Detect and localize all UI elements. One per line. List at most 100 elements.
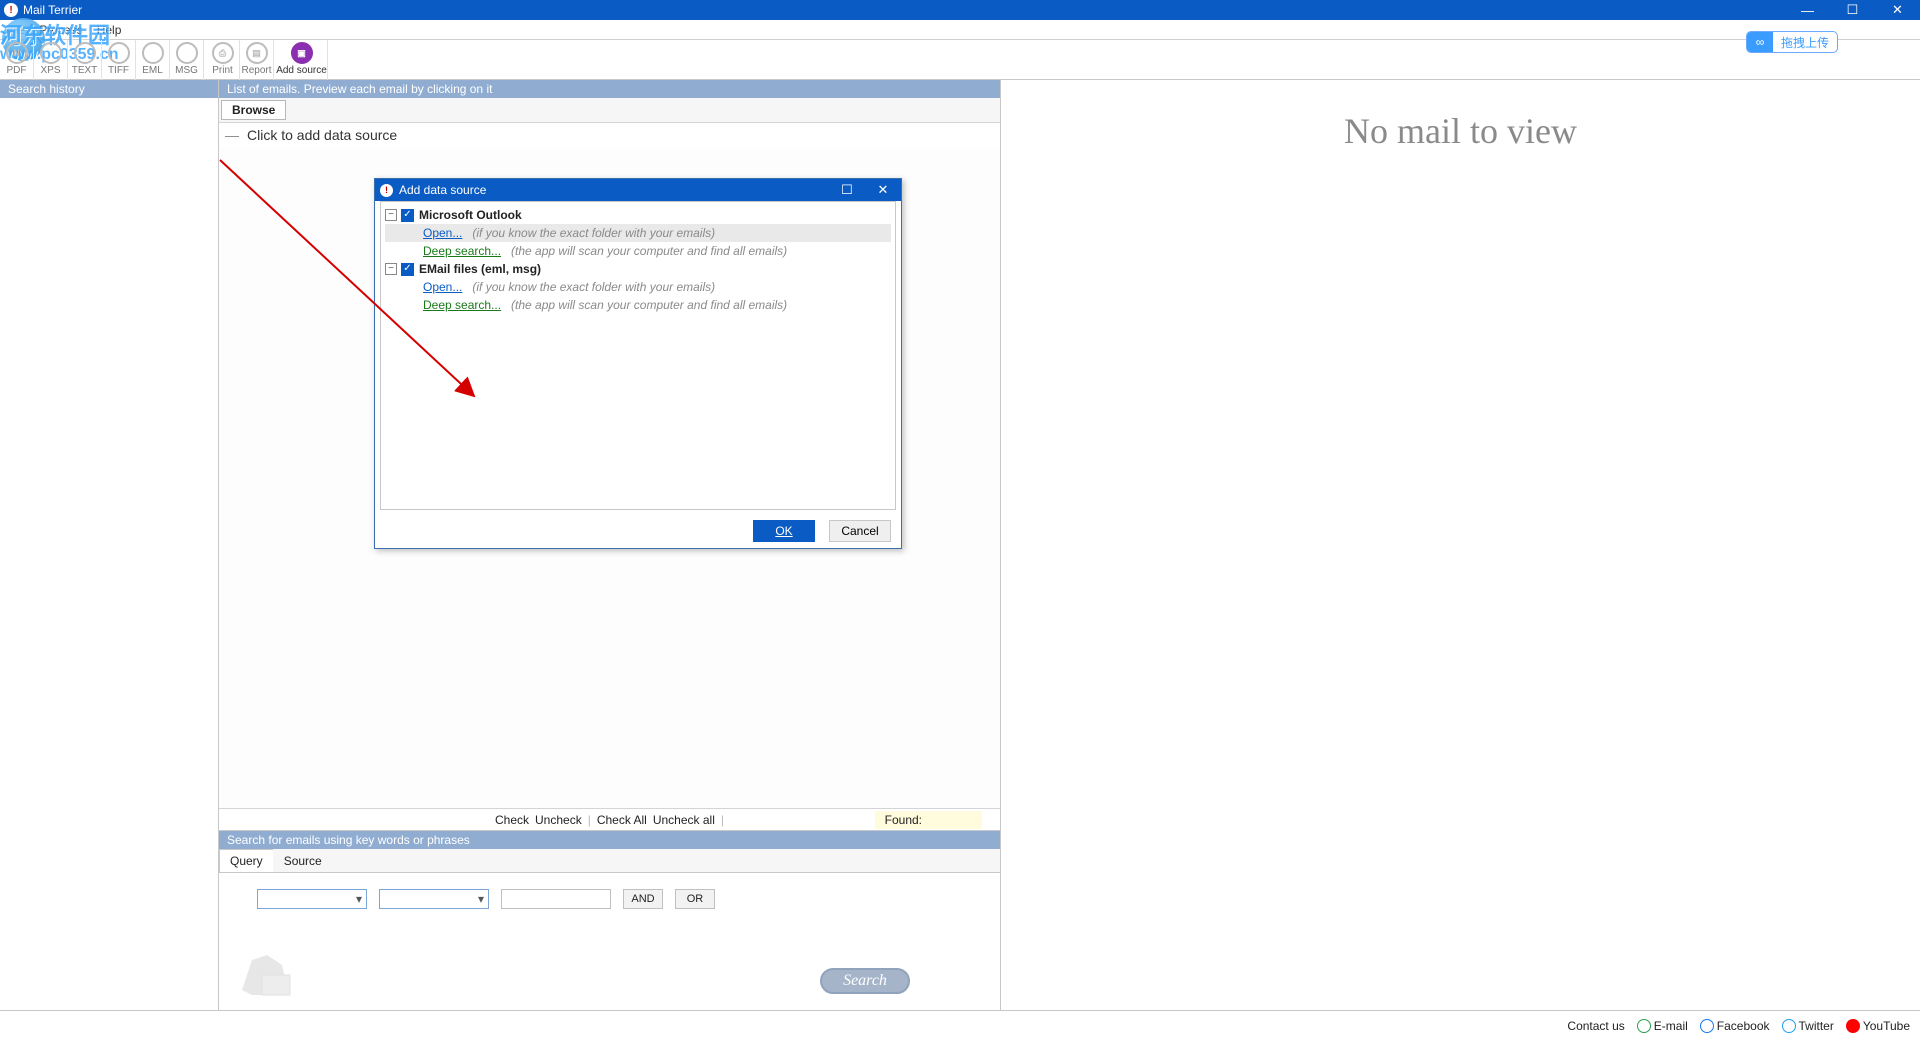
collapse-icon[interactable]: − xyxy=(385,263,397,275)
menu-file[interactable]: File xyxy=(6,23,25,37)
browse-button[interactable]: Browse xyxy=(221,100,286,120)
toolbar-msg-label: MSG xyxy=(175,65,198,76)
query-value-input[interactable] xyxy=(501,889,611,909)
toolbar-add-source[interactable]: ▣Add source xyxy=(276,40,328,80)
dialog-body: − Microsoft Outlook Open... (if you know… xyxy=(380,201,896,510)
outlook-checkbox[interactable] xyxy=(401,209,414,222)
print-icon: ⎙ xyxy=(212,42,234,64)
emailfiles-checkbox[interactable] xyxy=(401,263,414,276)
add-data-source-dialog: ! Add data source ☐ ✕ − Microsoft Outloo… xyxy=(374,178,902,549)
emailfiles-deep-row[interactable]: Deep search... (the app will scan your c… xyxy=(385,296,891,314)
outlook-label: Microsoft Outlook xyxy=(419,208,522,222)
add-source-row[interactable]: — Click to add data source xyxy=(219,123,1000,147)
toolbar-tiff-label: TIFF xyxy=(108,65,129,76)
menu-help[interactable]: Help xyxy=(97,23,122,37)
twitter-icon xyxy=(1782,1019,1796,1033)
email-link[interactable]: E-mail xyxy=(1637,1019,1688,1033)
maximize-button[interactable]: ☐ xyxy=(1830,0,1875,20)
twitter-link[interactable]: Twitter xyxy=(1782,1019,1834,1033)
toolbar: NPDF XPS TEXT TIFF EML MSG ⎙Print ▤Repor… xyxy=(0,40,1920,80)
xps-icon xyxy=(40,42,62,64)
toolbar-text[interactable]: TEXT xyxy=(68,40,102,80)
query-field-combo[interactable]: ▾ xyxy=(257,889,367,909)
toolbar-pdf[interactable]: NPDF xyxy=(0,40,34,80)
eml-icon xyxy=(142,42,164,64)
toolbar-add-source-label: Add source xyxy=(276,65,327,76)
facebook-link[interactable]: Facebook xyxy=(1700,1019,1770,1033)
report-icon: ▤ xyxy=(246,42,268,64)
msg-icon xyxy=(176,42,198,64)
emailfiles-open-hint: (if you know the exact folder with your … xyxy=(472,280,715,294)
toolbar-text-label: TEXT xyxy=(72,65,98,76)
footer: Contact us E-mail Facebook Twitter YouTu… xyxy=(0,1010,1920,1040)
upload-badge-label: 拖拽上传 xyxy=(1773,34,1837,51)
toolbar-xps[interactable]: XPS xyxy=(34,40,68,80)
uncheck-link[interactable]: Uncheck xyxy=(535,813,582,827)
toolbar-eml-label: EML xyxy=(142,65,163,76)
dialog-cancel-button[interactable]: Cancel xyxy=(829,520,891,542)
and-button[interactable]: AND xyxy=(623,889,663,909)
email-icon xyxy=(1637,1019,1651,1033)
dialog-titlebar: ! Add data source ☐ ✕ xyxy=(375,179,901,201)
toolbar-eml[interactable]: EML xyxy=(136,40,170,80)
outlook-open-link[interactable]: Open... xyxy=(423,226,462,240)
youtube-link[interactable]: YouTube xyxy=(1846,1019,1910,1033)
email-list-header: List of emails. Preview each email by cl… xyxy=(219,80,1000,98)
toolbar-tiff[interactable]: TIFF xyxy=(102,40,136,80)
dialog-title: Add data source xyxy=(399,183,486,197)
check-link[interactable]: Check xyxy=(495,813,529,827)
emailfiles-deep-hint: (the app will scan your computer and fin… xyxy=(511,298,787,312)
minimize-button[interactable]: — xyxy=(1785,0,1830,20)
dialog-ok-button[interactable]: OK xyxy=(753,520,815,542)
menu-process[interactable]: Process xyxy=(39,23,82,37)
toolbar-xps-label: XPS xyxy=(40,65,60,76)
menubar: File Process Help xyxy=(0,20,1920,40)
preview-panel: No mail to view xyxy=(1001,80,1920,1010)
source-emailfiles-node[interactable]: − EMail files (eml, msg) xyxy=(385,260,891,278)
toolbar-print[interactable]: ⎙Print xyxy=(206,40,240,80)
folder-icon: ▣ xyxy=(291,42,313,64)
sidebar: Search history xyxy=(0,80,218,1010)
toolbar-report[interactable]: ▤Report xyxy=(240,40,274,80)
tab-query[interactable]: Query xyxy=(219,849,274,872)
upload-badge[interactable]: ∞ 拖拽上传 xyxy=(1746,31,1838,53)
text-icon xyxy=(74,42,96,64)
dialog-maximize-button[interactable]: ☐ xyxy=(829,182,865,198)
window-title: Mail Terrier xyxy=(23,3,82,17)
app-icon: ! xyxy=(4,3,18,17)
outlook-deep-link[interactable]: Deep search... xyxy=(423,244,501,258)
toolbar-print-label: Print xyxy=(212,65,233,76)
emailfiles-label: EMail files (eml, msg) xyxy=(419,262,541,276)
or-button[interactable]: OR xyxy=(675,889,715,909)
found-label: Found: xyxy=(875,811,982,829)
pdf-icon: N xyxy=(6,42,28,64)
emailfiles-open-row[interactable]: Open... (if you know the exact folder wi… xyxy=(385,278,891,296)
outlook-deep-row[interactable]: Deep search... (the app will scan your c… xyxy=(385,242,891,260)
query-condition-combo[interactable]: ▾ xyxy=(379,889,489,909)
close-button[interactable]: ✕ xyxy=(1875,0,1920,20)
emailfiles-open-link[interactable]: Open... xyxy=(423,280,462,294)
tiff-icon xyxy=(108,42,130,64)
app-logo-icon xyxy=(232,940,302,1000)
facebook-icon xyxy=(1700,1019,1714,1033)
collapse-icon[interactable]: − xyxy=(385,209,397,221)
emailfiles-deep-link[interactable]: Deep search... xyxy=(423,298,501,312)
tab-source[interactable]: Source xyxy=(273,849,333,872)
sidebar-header: Search history xyxy=(0,80,218,98)
source-outlook-node[interactable]: − Microsoft Outlook xyxy=(385,206,891,224)
toolbar-msg[interactable]: MSG xyxy=(170,40,204,80)
add-source-label: Click to add data source xyxy=(247,127,397,143)
search-panel-header: Search for emails using key words or phr… xyxy=(219,831,1000,849)
uncheck-all-link[interactable]: Uncheck all xyxy=(653,813,715,827)
youtube-icon xyxy=(1846,1019,1860,1033)
outlook-deep-hint: (the app will scan your computer and fin… xyxy=(511,244,787,258)
preview-empty-message: No mail to view xyxy=(1344,110,1577,152)
toolbar-report-label: Report xyxy=(241,65,271,76)
check-all-link[interactable]: Check All xyxy=(597,813,647,827)
outlook-open-row[interactable]: Open... (if you know the exact folder wi… xyxy=(385,224,891,242)
search-button[interactable]: Search xyxy=(820,968,910,994)
outlook-open-hint: (if you know the exact folder with your … xyxy=(472,226,715,240)
dialog-app-icon: ! xyxy=(380,184,393,197)
dialog-close-button[interactable]: ✕ xyxy=(865,182,901,198)
dash-icon: — xyxy=(225,127,239,143)
